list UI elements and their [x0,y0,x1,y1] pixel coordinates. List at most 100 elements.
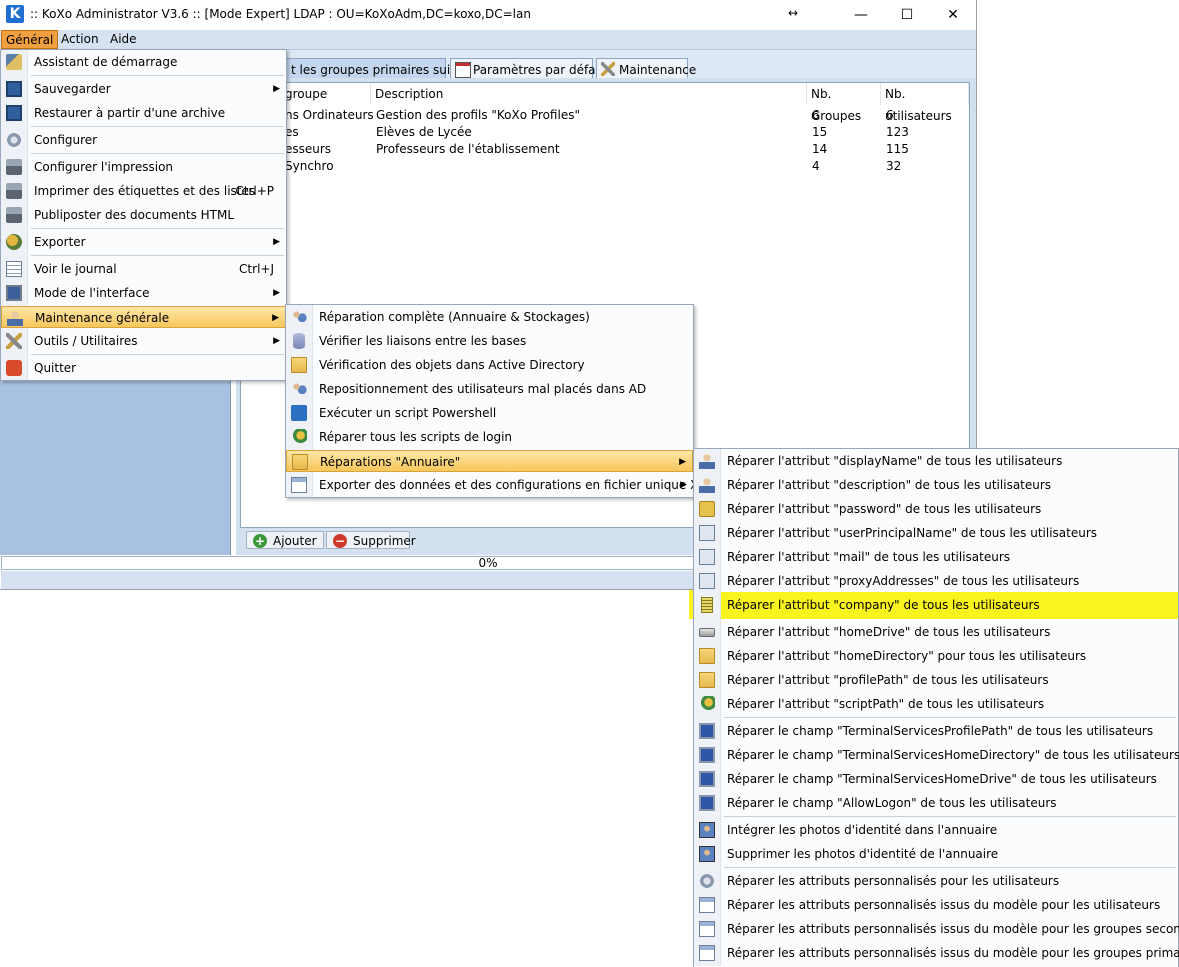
menu-item-proxyaddresses[interactable]: Réparer l'attribut "proxyAddresses" de t… [694,570,1178,592]
submenu-arrow-icon: ▶ [273,237,280,247]
menu-item-export-xml[interactable]: Exporter des données et des configuratio… [286,474,715,496]
menu-item-password[interactable]: Réparer l'attribut "password" de tous le… [694,498,1178,520]
printer-icon [6,207,22,223]
cell-nb-utilisateurs: 123 [886,125,909,139]
menu-item-label: Mode de l'interface [34,286,150,300]
progress-text: 0% [478,556,498,570]
menu-item-ts-homedrive[interactable]: Réparer le champ "TerminalServicesHomeDr… [694,768,1178,790]
menu-item-label: Réparer l'attribut "scriptPath" de tous … [727,697,1045,711]
menu-item-mode-interface[interactable]: Mode de l'interface ▶ [1,282,286,304]
menu-item-profilepath[interactable]: Réparer l'attribut "profilePath" de tous… [694,669,1178,691]
photo-icon [699,822,715,838]
menu-item-powershell[interactable]: Exécuter un script Powershell [286,402,693,424]
menu-item-reparations-annuaire[interactable]: Réparations "Annuaire" ▶ [286,450,693,472]
users-icon [291,309,307,325]
menu-item-sauvegarder[interactable]: Sauvegarder ▶ [1,78,286,100]
export-icon [6,234,22,250]
submenu-arrow-icon: ▶ [272,313,279,323]
menu-item-journal[interactable]: Voir le journal Ctrl+J [1,258,286,280]
close-button[interactable]: ✕ [930,0,976,30]
menu-item-supprimer-photos[interactable]: Supprimer les photos d'identité de l'ann… [694,843,1178,865]
add-button[interactable]: + Ajouter [246,531,324,549]
menu-item-label: Imprimer des étiquettes et des listes [34,184,256,198]
menu-item-label: Réparer le champ "TerminalServicesHomeDr… [727,772,1157,786]
column-header-description[interactable]: Description [371,83,807,105]
tab-maintenance[interactable]: Maintenance [596,58,696,80]
menu-item-attributs-perso[interactable]: Réparer les attributs personnalisés pour… [694,870,1178,892]
script-icon [699,696,715,712]
menu-item-verifier-liaisons[interactable]: Vérifier les liaisons entre les bases [286,330,693,352]
menu-aide[interactable]: Aide [104,30,143,49]
menu-item-attributs-modele-groupes-prim[interactable]: Réparer les attributs personnalisés issu… [694,942,1179,964]
menu-item-label: Intégrer les photos d'identité dans l'an… [727,823,998,837]
menu-item-repositionnement[interactable]: Repositionnement des utilisateurs mal pl… [286,378,693,400]
maximize-button[interactable]: ☐ [884,0,930,30]
menu-item-label: Réparer l'attribut "userPrincipalName" d… [727,526,1098,540]
menu-item-publiposter[interactable]: Publiposter des documents HTML [1,204,286,226]
menu-item-label: Exporter des données et des configuratio… [319,478,716,492]
menu-item-configurer[interactable]: Configurer [1,129,286,151]
user-icon [699,453,715,469]
tab-label: Paramètres par défaut [473,63,608,77]
menu-item-attributs-modele-users[interactable]: Réparer les attributs personnalisés issu… [694,894,1178,916]
menu-item-scriptpath[interactable]: Réparer l'attribut "scriptPath" de tous … [694,693,1178,715]
menu-item-label: Exécuter un script Powershell [319,406,497,420]
title-bar[interactable]: K :: KoXo Administrator V3.6 :: [Mode Ex… [0,0,976,30]
menu-item-outils[interactable]: Outils / Utilitaires ▶ [1,330,286,352]
tools-icon [601,62,615,76]
menu-item-label: Réparer l'attribut "company" de tous les… [727,598,1040,612]
monitor-icon [6,285,22,301]
menu-general-dropdown: Assistant de démarrage Sauvegarder ▶ Res… [0,49,287,381]
menu-annuaire-dropdown: Réparer l'attribut "displayName" de tous… [693,448,1179,967]
menu-separator [31,354,284,355]
menu-item-exporter[interactable]: Exporter ▶ [1,231,286,253]
menu-item-label: Vérifier les liaisons entre les bases [319,334,527,348]
delete-button[interactable]: − Supprimer [326,531,416,549]
menu-item-description[interactable]: Réparer l'attribut "description" de tous… [694,474,1178,496]
menu-general[interactable]: Général [1,30,59,49]
column-header-nb-utilisateurs[interactable]: Nb. utilisateurs [881,83,969,123]
menu-item-imprimer[interactable]: Imprimer des étiquettes et des listes Ct… [1,180,286,202]
submenu-arrow-icon: ▶ [273,336,280,346]
menu-item-mail[interactable]: Réparer l'attribut "mail" de tous les ut… [694,546,1178,568]
menu-item-label: Réparer l'attribut "homeDrive" de tous l… [727,625,1051,639]
menu-item-scripts-login[interactable]: Réparer tous les scripts de login [286,426,693,448]
menu-item-restaurer[interactable]: Restaurer à partir d'une archive [1,102,286,124]
menu-item-reparation-complete[interactable]: Réparation complète (Annuaire & Stockage… [286,306,693,328]
cell-nb-utilisateurs: 32 [886,159,902,173]
menu-item-ts-homedirectory[interactable]: Réparer le champ "TerminalServicesHomeDi… [694,744,1179,766]
calendar-icon [455,62,471,78]
menu-item-displayname[interactable]: Réparer l'attribut "displayName" de tous… [694,450,1178,472]
menu-item-allowlogon[interactable]: Réparer le champ "AllowLogon" de tous le… [694,792,1178,814]
gear-icon [6,132,22,148]
folder-icon [699,648,715,664]
menu-action[interactable]: Action [55,30,105,49]
menu-item-attributs-modele-groupes-sec[interactable]: Réparer les attributs personnalisés issu… [694,918,1179,940]
menu-item-homedrive[interactable]: Réparer l'attribut "homeDrive" de tous l… [694,621,1178,643]
menu-item-ts-profilepath[interactable]: Réparer le champ "TerminalServicesProfil… [694,720,1178,742]
minimize-button[interactable]: — [838,0,884,30]
menu-item-assistant[interactable]: Assistant de démarrage [1,51,286,73]
menu-item-userprincipalname[interactable]: Réparer l'attribut "userPrincipalName" d… [694,522,1178,544]
menu-item-label: Réparer le champ "TerminalServicesHomeDi… [727,748,1179,762]
column-header-nb-groupes[interactable]: Nb. Groupes [807,83,881,123]
submenu-arrow-icon: ▶ [273,288,280,298]
menu-item-quitter[interactable]: Quitter [1,357,286,379]
delete-button-label: Supprimer [353,534,416,548]
menu-item-label: Exporter [34,235,86,249]
menu-separator [724,717,1176,718]
menu-item-configurer-impression[interactable]: Configurer l'impression [1,156,286,178]
menu-item-integrer-photos[interactable]: Intégrer les photos d'identité dans l'an… [694,819,1178,841]
menu-item-verification-ad[interactable]: Vérification des objets dans Active Dire… [286,354,693,376]
log-icon [6,261,22,277]
menu-item-homedirectory[interactable]: Réparer l'attribut "homeDirectory" pour … [694,645,1178,667]
tab-groupes-primaires[interactable]: t les groupes primaires suivants [268,58,483,80]
tab-parametres-defaut[interactable]: Paramètres par défaut [450,58,608,80]
menu-item-company[interactable]: Réparer l'attribut "company" de tous les… [694,594,1178,616]
export-xml-icon [291,477,307,493]
resize-icon: ↔ [788,6,799,20]
menu-item-label: Réparer l'attribut "description" de tous… [727,478,1052,492]
menu-separator [31,153,284,154]
menu-item-maintenance-generale[interactable]: Maintenance générale ▶ [1,306,286,328]
delete-icon: − [333,534,347,548]
